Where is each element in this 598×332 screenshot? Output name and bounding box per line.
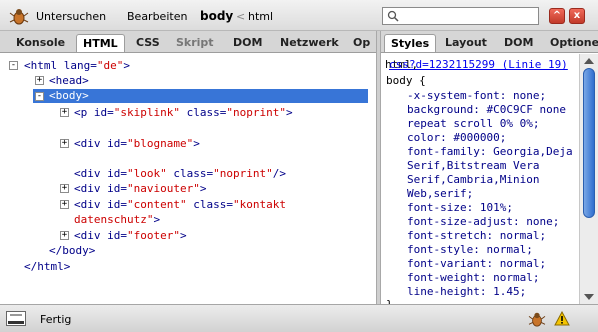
tab-styles[interactable]: Styles (384, 34, 437, 52)
css-property-line[interactable]: font-family: Georgia,Deja (407, 145, 573, 159)
css-property-line[interactable]: font-stretch: normal; (407, 229, 546, 243)
tree-node-html[interactable]: <html lang="de"> (24, 59, 130, 73)
css-property-line[interactable]: -x-system-font: none; (407, 89, 546, 103)
scroll-down-icon[interactable] (584, 294, 594, 300)
tree-node-body[interactable]: <body> (49, 89, 89, 103)
css-property-line[interactable]: repeat scroll 0% 0%; (407, 117, 539, 131)
tree-node-div-content-cont: datenschutz"> (74, 213, 161, 226)
tab-options-left[interactable]: Op (347, 34, 376, 52)
firebug-icon[interactable] (9, 7, 29, 25)
tab-dom[interactable]: DOM (227, 34, 268, 52)
search-input[interactable] (403, 9, 535, 23)
html-tree-panel: - <html lang="de"> + <head> - <body> + <… (0, 54, 376, 304)
minimize-icon[interactable]: ^ (549, 8, 565, 24)
styles-scrollbar[interactable] (579, 54, 598, 304)
tab-network[interactable]: Netzwerk (274, 34, 345, 52)
css-property-line[interactable]: Serif,Bitstream Vera (407, 159, 539, 173)
collapse-twisty[interactable]: - (9, 61, 18, 70)
tab-layout[interactable]: Layout (439, 34, 493, 52)
css-property-line[interactable]: font-variant: normal; (407, 257, 546, 271)
expand-twisty[interactable]: + (35, 76, 44, 85)
tree-node-p-skiplink[interactable]: <p id="skiplink" class="noprint"> (74, 106, 293, 120)
expand-twisty[interactable]: + (60, 200, 69, 209)
expand-twisty[interactable]: + (60, 108, 69, 117)
css-property-line[interactable]: font-weight: normal; (407, 271, 539, 285)
layout-icon[interactable] (6, 311, 26, 326)
tree-node-div-footer[interactable]: <div id="footer"> (74, 229, 187, 243)
tab-script[interactable]: Skript (170, 34, 220, 52)
css-property-line[interactable]: color: #000000; (407, 131, 506, 145)
tab-options[interactable]: Optione (544, 34, 598, 52)
css-property-line[interactable]: font-size-adjust: none; (407, 215, 559, 229)
edit-button[interactable]: Bearbeiten (127, 10, 187, 23)
collapse-twisty[interactable]: - (35, 92, 44, 101)
search-box[interactable] (382, 7, 539, 25)
tree-node-html-close[interactable]: </html> (24, 260, 70, 274)
css-property-line[interactable]: font-style: normal; (407, 243, 533, 257)
css-property-line[interactable]: line-height: 1.45; (407, 285, 526, 299)
tree-node-div-content[interactable]: <div id="content" class="kontakt (74, 198, 286, 212)
breadcrumb-current[interactable]: body (200, 9, 233, 23)
firebug-toolbar: Untersuchen Bearbeiten body < html ^ x (0, 0, 598, 31)
css-source-link[interactable]: css?d=1232115299 (Linie 19) (389, 58, 568, 72)
expand-twisty[interactable]: + (60, 231, 69, 240)
css-property-line[interactable]: font-size: 101%; (407, 201, 513, 215)
breadcrumb-parent[interactable]: html (248, 10, 273, 23)
inspect-button[interactable]: Untersuchen (36, 10, 106, 23)
css-property-line[interactable]: Web,serif; (407, 187, 473, 201)
tab-html[interactable]: HTML (76, 34, 125, 52)
expand-twisty[interactable]: + (60, 184, 69, 193)
css-property-line[interactable]: background: #C0C9CF none (407, 103, 566, 117)
firebug-status-icon[interactable] (528, 311, 546, 327)
tree-node-div-blogname[interactable]: <div id="blogname"> (74, 137, 200, 151)
css-rule-selector: body { (386, 74, 426, 87)
tree-node-div-naviouter[interactable]: <div id="naviouter"> (74, 182, 206, 196)
tab-css[interactable]: CSS (130, 34, 166, 52)
breadcrumb-separator: < (236, 10, 246, 23)
side-tab-strip: Styles Layout DOM Optione (381, 31, 598, 53)
scroll-up-icon[interactable] (584, 58, 594, 64)
scrollbar-thumb[interactable] (583, 68, 595, 218)
expand-twisty[interactable]: + (60, 139, 69, 148)
tree-node-head[interactable]: <head> (49, 74, 89, 88)
status-text: Fertig (40, 313, 72, 326)
warning-icon[interactable] (554, 311, 570, 326)
tab-side-dom[interactable]: DOM (498, 34, 539, 52)
tree-node-div-look[interactable]: <div id="look" class="noprint"/> (74, 167, 286, 181)
search-icon (387, 10, 399, 22)
main-tab-strip: Konsole HTML CSS Skript DOM Netzwerk Op (0, 31, 376, 53)
styles-panel: html, css?d=1232115299 (Linie 19) body {… (381, 54, 579, 304)
tab-console[interactable]: Konsole (10, 34, 71, 52)
status-bar: Fertig (0, 304, 598, 332)
tree-node-body-close[interactable]: </body> (49, 244, 95, 258)
close-icon[interactable]: x (569, 8, 585, 24)
css-property-line[interactable]: Serif,Cambria,Minion (407, 173, 539, 187)
